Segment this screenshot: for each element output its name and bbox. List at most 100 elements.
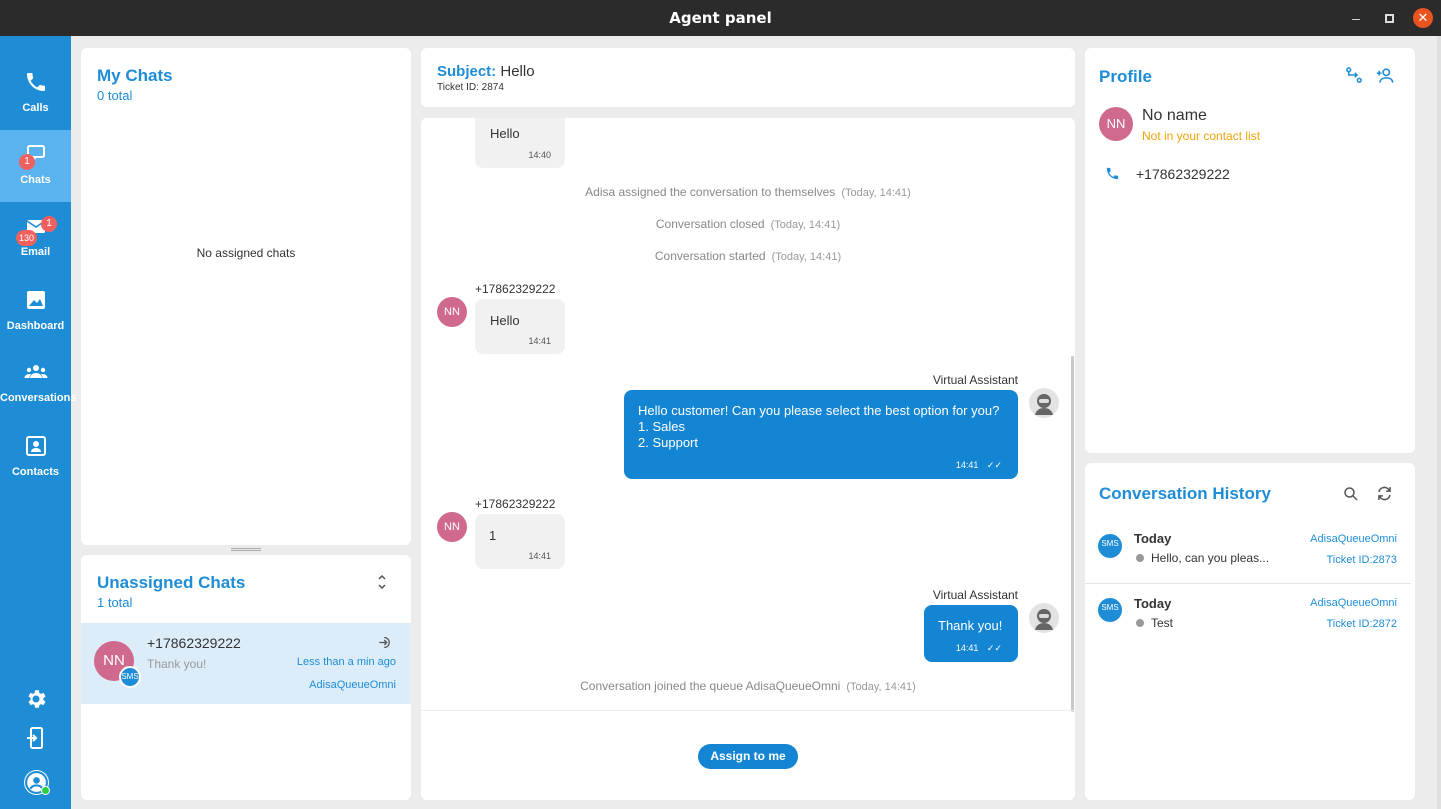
system-timestamp: (Today, 14:41) bbox=[770, 219, 841, 231]
search-icon[interactable] bbox=[1342, 485, 1360, 503]
profile-title: Profile bbox=[1099, 67, 1152, 86]
online-status-dot bbox=[41, 786, 50, 795]
my-chats-total: 0 total bbox=[97, 88, 133, 103]
status-dot bbox=[1136, 619, 1144, 627]
message-time: 14:41 ✓✓ bbox=[956, 460, 1002, 471]
system-text: Conversation joined the queue AdisaQueue… bbox=[580, 679, 841, 693]
my-chats-title: My Chats bbox=[97, 66, 173, 85]
sidebar-item-label: Conversations bbox=[0, 392, 77, 404]
system-text: Conversation closed bbox=[655, 217, 765, 231]
assign-to-me-button[interactable]: Assign to me bbox=[698, 744, 798, 769]
robot-icon bbox=[1035, 394, 1053, 415]
system-message: Conversation joined the queue AdisaQueue… bbox=[421, 679, 1075, 693]
message-sender: +17862329222 bbox=[475, 497, 556, 511]
history-title: Conversation History bbox=[1099, 484, 1271, 503]
bot-avatar bbox=[1029, 388, 1059, 418]
history-queue: AdisaQueueOmni bbox=[1310, 597, 1397, 609]
message-sender: Virtual Assistant bbox=[932, 588, 1018, 602]
double-check-icon: ✓✓ bbox=[986, 643, 1002, 653]
sidebar-item-conversations[interactable]: Conversations bbox=[0, 348, 77, 420]
close-button[interactable]: ✕ bbox=[1413, 8, 1433, 28]
image-icon bbox=[27, 291, 45, 309]
chat-time: Less than a min ago bbox=[296, 656, 396, 668]
outgoing-message-bubble: Thank you! 14:41 ✓✓ bbox=[924, 605, 1018, 662]
resize-handle[interactable] bbox=[231, 548, 261, 551]
sms-channel-badge: SMS bbox=[1098, 598, 1122, 622]
scrollbar[interactable] bbox=[1071, 356, 1074, 712]
gear-icon[interactable] bbox=[24, 687, 48, 711]
unassigned-chats-panel: Unassigned Chats 1 total NN SMS +1786232… bbox=[81, 555, 411, 800]
avatar: NN bbox=[437, 512, 467, 542]
system-timestamp: (Today, 14:41) bbox=[846, 681, 916, 693]
window-scrollbar[interactable] bbox=[1437, 36, 1441, 809]
robot-icon bbox=[1035, 609, 1053, 630]
system-timestamp: (Today, 14:41) bbox=[771, 251, 842, 263]
message-bubble: 1 14:41 bbox=[475, 514, 565, 569]
history-preview: Test bbox=[1151, 616, 1174, 630]
sidebar-item-label: Email bbox=[20, 246, 51, 258]
my-chats-panel: My Chats 0 total No assigned chats bbox=[81, 48, 411, 545]
message-text: Hello bbox=[490, 313, 520, 328]
sidebar-item-label: Calls bbox=[22, 102, 49, 114]
sidebar-item-dashboard[interactable]: Dashboard bbox=[0, 276, 71, 348]
subject-text: Hello bbox=[500, 63, 535, 80]
contact-status: Not in your contact list bbox=[1142, 129, 1261, 143]
history-ticket: Ticket ID:2873 bbox=[1326, 554, 1397, 566]
message-sender: Virtual Assistant bbox=[932, 373, 1018, 387]
profile-panel: Profile NN No name Not in your contact l… bbox=[1085, 48, 1415, 453]
title-bar: Agent panel – ✕ bbox=[0, 0, 1441, 36]
chat-phone: +17862329222 bbox=[147, 635, 241, 651]
system-text: Adisa assigned the conversation to thems… bbox=[585, 185, 836, 199]
subject-header: Subject: Hello Ticket ID: 2874 bbox=[421, 48, 1075, 107]
system-text: Conversation started bbox=[654, 249, 766, 263]
sidebar: Calls 1 Chats 1 130 Email Dashboard Conv… bbox=[0, 36, 77, 809]
device-logout-icon[interactable] bbox=[24, 726, 48, 750]
double-check-icon: ✓✓ bbox=[986, 460, 1002, 470]
system-message: Conversation closed (Today, 14:41) bbox=[421, 217, 1075, 231]
subject-label: Subject: bbox=[437, 63, 497, 80]
email-count-badge: 130 bbox=[16, 230, 38, 246]
sidebar-item-calls[interactable]: Calls bbox=[0, 58, 71, 130]
route-icon[interactable] bbox=[1345, 66, 1363, 84]
refresh-icon[interactable] bbox=[1375, 484, 1394, 503]
message-time-text: 14:41 bbox=[955, 643, 979, 653]
unassigned-title: Unassigned Chats bbox=[97, 573, 246, 592]
message-time: 14:41 ✓✓ bbox=[956, 643, 1002, 654]
user-avatar[interactable] bbox=[24, 770, 50, 795]
sidebar-item-email[interactable]: 1 130 Email bbox=[0, 202, 71, 274]
unassigned-chat-item[interactable]: NN SMS +17862329222 Thank you! Less than… bbox=[81, 623, 411, 704]
message-time: 14:40 bbox=[528, 150, 551, 160]
sidebar-item-label: Dashboard bbox=[6, 320, 65, 332]
sidebar-item-chats[interactable]: 1 Chats bbox=[0, 130, 71, 202]
status-dot bbox=[1136, 554, 1144, 562]
sms-channel-badge: SMS bbox=[119, 666, 141, 688]
sidebar-item-contacts[interactable]: Contacts bbox=[0, 422, 71, 494]
message-text: 1 bbox=[489, 528, 497, 543]
minimize-button[interactable]: – bbox=[1346, 8, 1366, 28]
maximize-button[interactable] bbox=[1379, 8, 1399, 28]
message-sender: +17862329222 bbox=[475, 282, 556, 296]
chat-queue: AdisaQueueOmni bbox=[309, 679, 396, 691]
conversation-history-panel: Conversation History SMS Today Hello, ca… bbox=[1085, 463, 1415, 800]
subject-line: Subject: Hello bbox=[437, 63, 535, 80]
message-text: Hello bbox=[490, 126, 520, 141]
join-chat-icon[interactable] bbox=[378, 635, 393, 650]
history-item[interactable]: SMS Today Hello, can you pleas... AdisaQ… bbox=[1085, 521, 1411, 584]
profile-name: No name bbox=[1142, 107, 1207, 124]
sidebar-item-label: Chats bbox=[20, 174, 51, 186]
message-time: 14:41 bbox=[528, 336, 551, 346]
history-preview: Hello, can you pleas... bbox=[1151, 551, 1270, 565]
window-title: Agent panel bbox=[669, 9, 772, 27]
add-contact-icon[interactable] bbox=[1376, 66, 1395, 85]
message-text: Thank you! bbox=[938, 618, 1003, 633]
avatar: NN bbox=[437, 297, 467, 327]
history-item[interactable]: SMS Today Test AdisaQueueOmni Ticket ID:… bbox=[1085, 585, 1411, 648]
system-message: Conversation started (Today, 14:41) bbox=[421, 249, 1075, 263]
collapse-icon[interactable] bbox=[376, 575, 388, 589]
history-ticket: Ticket ID:2872 bbox=[1326, 618, 1397, 630]
sidebar-item-label: Contacts bbox=[11, 466, 60, 478]
chats-badge: 1 bbox=[19, 154, 35, 170]
message-time-text: 14:41 bbox=[955, 460, 979, 470]
profile-avatar: NN bbox=[1099, 107, 1133, 141]
profile-phone[interactable]: +17862329222 bbox=[1136, 166, 1230, 182]
